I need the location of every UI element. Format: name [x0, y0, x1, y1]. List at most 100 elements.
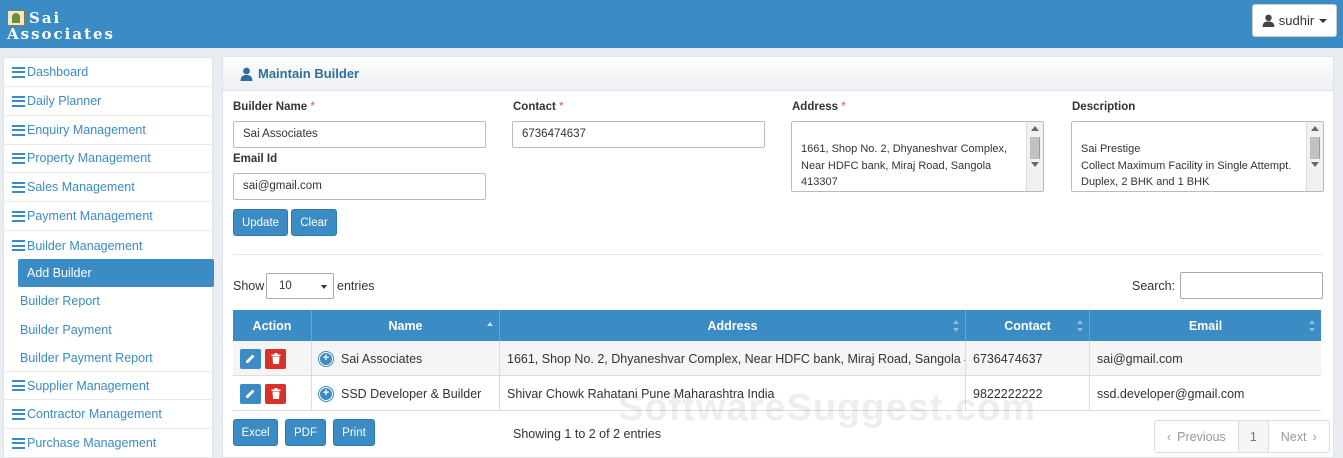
sidebar-item-label: Sales Management: [27, 180, 135, 194]
pagination: ‹ Previous 1 Next ›: [1154, 420, 1330, 453]
address-scrollbar[interactable]: [1026, 122, 1043, 191]
sidebar-item-supplier-management[interactable]: Supplier Management: [4, 371, 214, 400]
list-icon: [12, 124, 25, 136]
sidebar-item-daily-planner[interactable]: Daily Planner: [4, 87, 214, 116]
contact-cell: 6736474637: [966, 341, 1090, 376]
sort-icon: [1309, 320, 1315, 324]
export-pdf-button[interactable]: PDF: [285, 419, 326, 446]
list-icon: [12, 240, 25, 251]
brand-logo[interactable]: Sai Associates: [7, 10, 115, 42]
next-page-button[interactable]: Next ›: [1269, 421, 1329, 452]
pencil-icon: [246, 354, 255, 363]
page-title: Maintain Builder: [258, 66, 360, 81]
sidebar-item-label: Property Management: [27, 151, 151, 165]
brand-line2: Associates: [7, 25, 116, 43]
edit-button[interactable]: [240, 348, 261, 369]
expand-plus-icon[interactable]: +: [319, 386, 333, 401]
sort-icon: [1077, 328, 1083, 332]
email-input[interactable]: sai@gmail.com: [233, 173, 486, 200]
list-icon: [12, 95, 25, 107]
list-icon: [12, 210, 25, 222]
table-row: + SSD Developer & Builder Shivar Chowk Ra…: [233, 376, 1321, 411]
table-row: + Sai Associates 1661, Shop No. 2, Dhyane…: [233, 341, 1321, 376]
delete-button[interactable]: [265, 383, 286, 404]
column-header-address[interactable]: Address: [500, 310, 966, 341]
brand-line1: Sai: [29, 9, 62, 27]
sort-icon: [953, 328, 959, 332]
sidebar-item-label: Daily Planner: [27, 94, 102, 108]
column-header-label: Name: [388, 318, 423, 333]
contact-input[interactable]: 6736474637: [512, 121, 765, 148]
sidebar-item-dashboard[interactable]: Dashboard: [4, 58, 214, 87]
description-textarea[interactable]: Sai Prestige Collect Maximum Facility in…: [1071, 121, 1324, 192]
sort-asc-icon: [487, 322, 493, 326]
address-cell: Shivar Chowk Rahatani Pune Maharashtra I…: [500, 376, 966, 411]
sidebar-item-enquiry-management[interactable]: Enquiry Management: [4, 116, 214, 145]
pencil-icon: [246, 389, 255, 398]
address-textarea[interactable]: 1661, Shop No. 2, Dhyaneshvar Complex, N…: [791, 121, 1044, 192]
sidebar-item-label: Purchase Management: [27, 436, 157, 450]
list-icon: [12, 152, 25, 164]
builder-name-input[interactable]: Sai Associates: [233, 121, 486, 148]
list-icon: [12, 437, 25, 449]
name-cell: + Sai Associates: [312, 341, 500, 376]
next-label: Next: [1280, 429, 1307, 444]
list-icon: [12, 66, 25, 78]
sidebar-subitem-label: Builder Report: [20, 294, 100, 308]
column-header-email[interactable]: Email: [1090, 310, 1321, 341]
column-header-action: Action: [233, 310, 312, 341]
tree-logo-icon: [7, 10, 25, 26]
sidebar-item-contractor-management[interactable]: Contractor Management: [4, 400, 214, 429]
user-icon: [240, 67, 253, 81]
sidebar-item-label: Supplier Management: [27, 378, 150, 393]
sidebar-item-label: Payment Management: [27, 209, 153, 223]
sidebar-item-builder-management[interactable]: Builder Management: [4, 231, 214, 260]
showing-entries-text: Showing 1 to 2 of 2 entries: [513, 427, 662, 441]
sidebar-item-purchase-management[interactable]: Purchase Management: [4, 429, 214, 458]
sidebar-subitem-add-builder[interactable]: Add Builder: [18, 259, 214, 287]
trash-icon: [271, 388, 280, 399]
delete-button[interactable]: [265, 348, 286, 369]
description-scrollbar[interactable]: [1306, 122, 1323, 191]
list-icon: [12, 181, 25, 193]
sidebar-item-sales-management[interactable]: Sales Management: [4, 173, 214, 202]
search-label: Search:: [1132, 279, 1176, 293]
sort-icon: [1077, 320, 1083, 324]
sidebar: Dashboard Daily Planner Enquiry Manageme…: [3, 57, 214, 458]
page-size-select[interactable]: 10: [266, 273, 334, 299]
column-header-label: Email: [1188, 318, 1223, 333]
top-navbar: Sai Associates sudhir: [0, 0, 1343, 48]
column-header-contact[interactable]: Contact: [966, 310, 1090, 341]
page-size-value: 10: [279, 280, 292, 292]
update-button[interactable]: Update: [233, 209, 288, 236]
user-icon: [1262, 14, 1275, 27]
sidebar-subitem-builder-payment[interactable]: Builder Payment: [18, 316, 214, 344]
page-1-button[interactable]: 1: [1238, 421, 1269, 452]
show-label: Show: [233, 279, 265, 293]
list-icon: [12, 380, 25, 391]
sidebar-item-label: Dashboard: [27, 65, 89, 79]
action-cell: [233, 376, 312, 411]
print-button[interactable]: Print: [333, 419, 375, 446]
sidebar-subitem-builder-payment-report[interactable]: Builder Payment Report: [18, 344, 214, 372]
entries-label: entries: [337, 279, 375, 293]
expand-plus-icon[interactable]: +: [319, 351, 333, 366]
address-text: 1661, Shop No. 2, Dhyaneshvar Complex, N…: [801, 143, 1008, 188]
cell-text: SSD Developer & Builder: [341, 386, 482, 401]
email-cell: sai@gmail.com: [1097, 351, 1183, 366]
contact-cell: 9822222222: [966, 376, 1090, 411]
clear-button[interactable]: Clear: [291, 209, 337, 236]
sidebar-subitem-builder-report[interactable]: Builder Report: [18, 287, 214, 315]
edit-button[interactable]: [240, 383, 261, 404]
search-input[interactable]: [1180, 272, 1323, 299]
sort-icon: [1309, 328, 1315, 332]
contact-label: Contact *: [513, 101, 564, 113]
previous-page-button[interactable]: ‹ Previous: [1155, 421, 1239, 452]
sort-icon: [953, 320, 959, 324]
sidebar-item-property-management[interactable]: Property Management: [4, 144, 214, 173]
column-header-name[interactable]: Name: [312, 310, 500, 341]
export-excel-button[interactable]: Excel: [233, 419, 278, 446]
user-menu-button[interactable]: sudhir: [1252, 4, 1337, 37]
address-cell: 1661, Shop No. 2, Dhyaneshvar Complex, N…: [500, 341, 966, 376]
sidebar-item-payment-management[interactable]: Payment Management: [4, 202, 214, 231]
